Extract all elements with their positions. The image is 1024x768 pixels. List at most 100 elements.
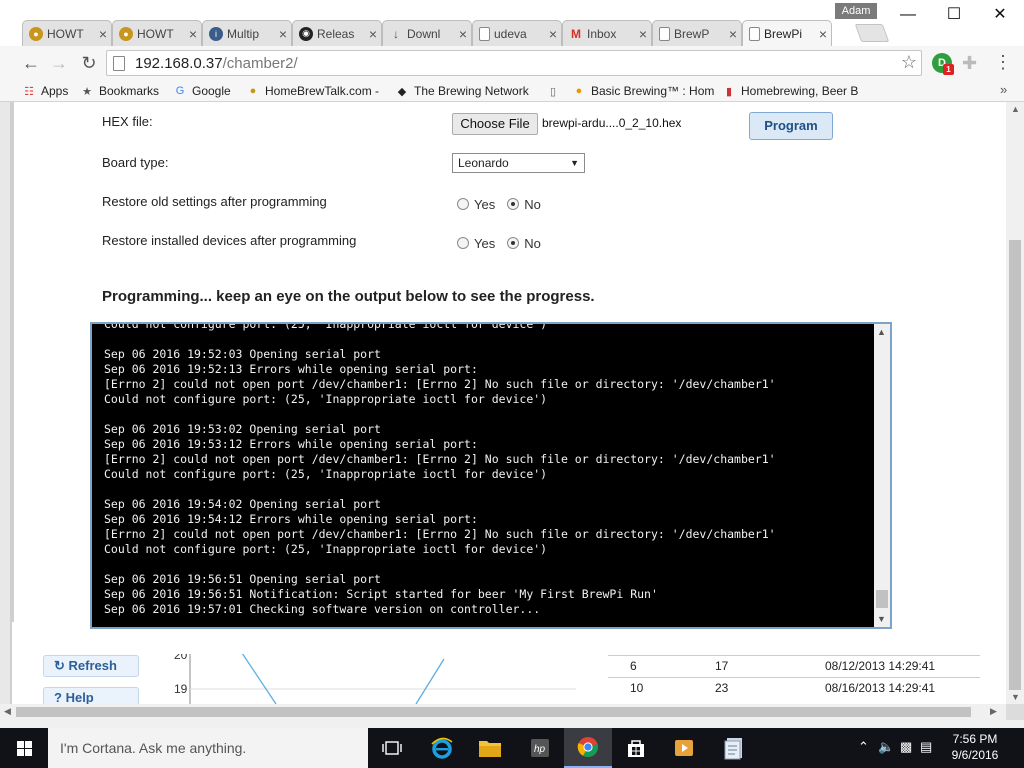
refresh-button[interactable]: ↻ Refresh (43, 655, 139, 677)
reload-icon[interactable]: ↻ (76, 51, 102, 75)
bookmark-item[interactable]: ◆ The Brewing Network (395, 82, 529, 100)
bookmark-star-icon[interactable]: ☆ (901, 52, 917, 73)
bee-icon: ● (29, 26, 43, 41)
bookmark-item[interactable]: ● Basic Brewing™ : Hom (572, 82, 715, 100)
browser-tab[interactable]: i Multip × (202, 20, 292, 46)
new-tab-button[interactable] (854, 24, 890, 42)
task-view-icon[interactable] (368, 728, 416, 768)
page-scroll-thumb[interactable] (1009, 240, 1021, 690)
console-scroll-thumb[interactable] (876, 590, 888, 608)
table-cell: 08/12/2013 14:29:41 (825, 659, 936, 673)
menu-icon[interactable]: ⋮ (994, 52, 1012, 73)
restore-devices-no-radio[interactable] (507, 237, 520, 249)
file-explorer-icon[interactable] (466, 728, 514, 768)
browser-tab[interactable]: M Inbox × (562, 20, 652, 46)
console-scrollbar[interactable]: ▲ ▼ (874, 324, 890, 627)
extension-puzzle-icon[interactable]: ✚ (962, 53, 977, 74)
chart-series-line (237, 647, 277, 704)
hp-app-icon[interactable]: hp (516, 728, 564, 768)
network-icon[interactable]: ▩ (900, 739, 912, 755)
start-button[interactable] (0, 728, 48, 768)
page-vertical-scrollbar[interactable]: ▲ ▼ (1006, 102, 1024, 704)
profile-button[interactable]: Adam (835, 3, 877, 19)
close-tab-icon[interactable]: × (275, 26, 291, 42)
close-tab-icon[interactable]: × (815, 26, 831, 42)
console-line: Sep 06 2016 19:52:03 Opening serial port (104, 347, 381, 361)
program-button[interactable]: Program (749, 112, 833, 140)
close-tab-icon[interactable]: × (365, 26, 381, 42)
help-button[interactable]: ? Help (43, 687, 139, 704)
chevron-double-right-icon[interactable]: » (1000, 82, 1007, 97)
volume-icon[interactable]: 🔈 (878, 739, 894, 755)
help-icon: ? (54, 690, 62, 704)
close-tab-icon[interactable]: × (635, 26, 651, 42)
tab-strip: ● HOWT × ● HOWT × i Multip × ◉ Releas × ↓ Downl × udeva… (22, 20, 902, 46)
choose-file-button[interactable]: Choose File (452, 113, 538, 135)
cortana-search-box[interactable]: I'm Cortana. Ask me anything. (48, 728, 368, 768)
scroll-down-icon[interactable]: ▼ (877, 614, 886, 624)
document-app-icon[interactable] (710, 728, 758, 768)
console-line: Sep 06 2016 19:56:51 Opening serial port (104, 572, 381, 586)
bookmark-item[interactable]: G Google (173, 82, 231, 100)
chevron-up-icon[interactable]: ⌃ (858, 739, 869, 755)
selected-file-name: brewpi-ardu....0_2_10.hex (542, 116, 682, 130)
scroll-up-icon[interactable]: ▲ (1011, 104, 1020, 114)
chrome-icon[interactable] (564, 728, 612, 768)
address-bar[interactable]: 192.168.0.37/chamber2/ ☆ (106, 50, 922, 76)
browser-tab[interactable]: BrewP × (652, 20, 742, 46)
table-row: 6 17 08/12/2013 14:29:41 (608, 655, 980, 677)
browser-tab[interactable]: BrewPi × (742, 20, 832, 46)
browser-tab[interactable]: ◉ Releas × (292, 20, 382, 46)
scroll-right-icon[interactable]: ▶ (990, 706, 997, 717)
scroll-up-icon[interactable]: ▲ (877, 327, 886, 337)
media-player-icon[interactable] (660, 728, 708, 768)
close-tab-icon[interactable]: × (455, 26, 471, 42)
yes-label: Yes (474, 196, 496, 212)
bookmark-item[interactable]: ● HomeBrewTalk.com - (246, 82, 379, 100)
notification-icon[interactable]: ▤ (920, 739, 932, 755)
browser-tab[interactable]: ● HOWT × (112, 20, 202, 46)
close-tab-icon[interactable]: × (95, 26, 111, 42)
board-type-select[interactable]: Leonardo ▼ (452, 153, 585, 173)
page-info-icon[interactable] (113, 56, 125, 71)
apps-grid-icon: ☷ (24, 85, 34, 98)
refresh-label: Refresh (68, 658, 117, 673)
programming-output-console[interactable]: Could not configure port: (25, 'Inapprop… (90, 322, 892, 629)
extension-icon[interactable]: D1 (932, 53, 954, 75)
internet-explorer-icon[interactable] (418, 728, 466, 768)
bookmark-item[interactable]: ▯ (546, 82, 565, 100)
windows-logo-icon (17, 741, 32, 756)
bookmark-item[interactable]: ★ Bookmarks (80, 82, 159, 100)
close-tab-icon[interactable]: × (725, 26, 741, 42)
restore-devices-yes-radio[interactable] (457, 237, 469, 249)
browser-tab[interactable]: ● HOWT × (22, 20, 112, 46)
board-type-label: Board type: (102, 155, 169, 170)
browser-tab[interactable]: udeva × (472, 20, 562, 46)
clock[interactable]: 7:56 PM 9/6/2016 (940, 731, 1010, 763)
restore-devices-radios: Yes No (457, 235, 553, 251)
page-icon (479, 26, 490, 41)
clock-time: 7:56 PM (952, 732, 998, 746)
forward-icon[interactable]: → (46, 51, 72, 75)
bee-icon: ● (119, 26, 133, 41)
bookmark-label: The Brewing Network (414, 84, 529, 98)
scroll-down-icon[interactable]: ▼ (1011, 692, 1020, 702)
restore-settings-no-radio[interactable] (507, 198, 520, 210)
close-tab-icon[interactable]: × (185, 26, 201, 42)
browser-tab[interactable]: ↓ Downl × (382, 20, 472, 46)
bookmark-label: Bookmarks (99, 84, 160, 98)
restore-settings-yes-radio[interactable] (457, 198, 469, 210)
table-cell: 23 (715, 681, 729, 695)
bee-icon: ● (249, 85, 257, 97)
scroll-left-icon[interactable]: ◀ (4, 706, 11, 717)
bookmark-item[interactable]: ☷ Apps (22, 82, 68, 100)
store-icon[interactable] (612, 728, 660, 768)
back-icon[interactable]: ← (18, 51, 44, 75)
close-tab-icon[interactable]: × (545, 26, 561, 42)
page-hscroll-thumb[interactable] (16, 707, 971, 717)
maximize-button[interactable]: ☐ (931, 2, 977, 30)
page-horizontal-scrollbar[interactable]: ◀ ▶ (0, 704, 1024, 720)
close-window-button[interactable]: ✕ (977, 2, 1023, 30)
bookmark-item[interactable]: ▮ Homebrewing, Beer B (722, 82, 858, 100)
